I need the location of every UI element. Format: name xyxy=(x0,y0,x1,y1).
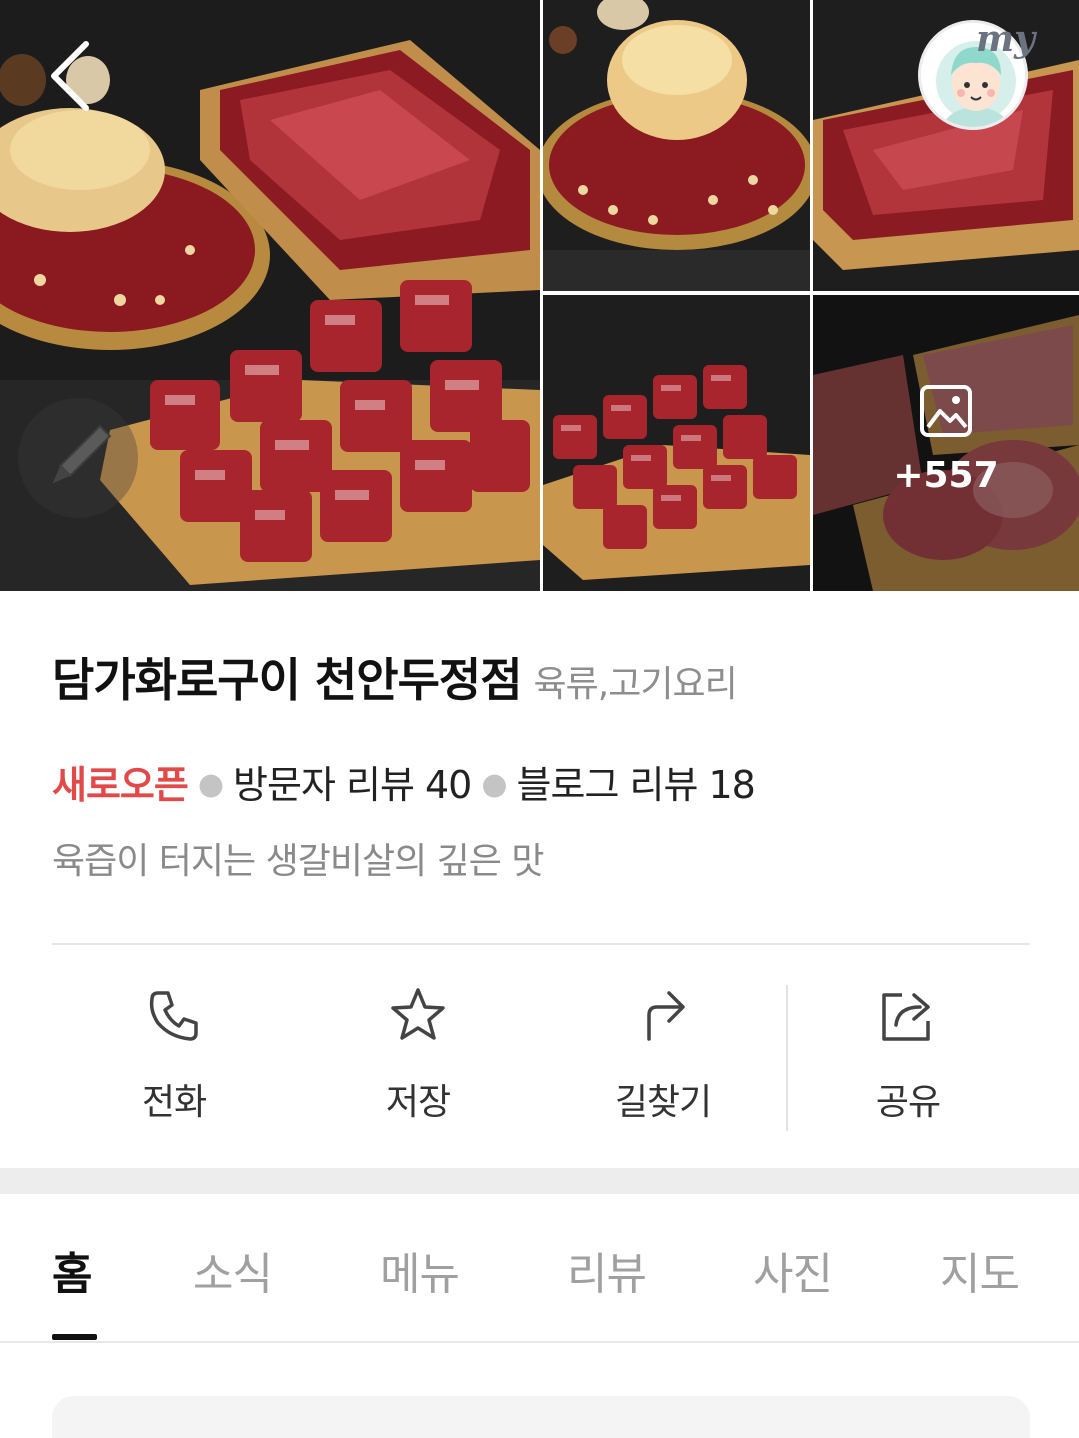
share-label: 공유 xyxy=(875,1082,941,1123)
share-icon xyxy=(882,993,930,1041)
share-button[interactable]: 공유 xyxy=(786,985,1030,1145)
tab-map[interactable]: 지도 xyxy=(940,1238,1020,1302)
separator-dot: ● xyxy=(197,767,224,802)
directions-label: 길찾기 xyxy=(614,1082,712,1123)
active-tab-indicator xyxy=(52,1334,97,1340)
tab-reviews[interactable]: 리뷰 xyxy=(567,1238,647,1302)
tab-news[interactable]: 소식 xyxy=(193,1238,273,1302)
my-profile-button[interactable]: my xyxy=(918,18,1035,132)
photo-thumb-1[interactable] xyxy=(543,0,810,291)
action-bar: 전화 저장 길찾기 공유 xyxy=(52,945,1030,1165)
place-name: 담가화로구이 천안두정점 xyxy=(52,653,523,707)
garlic-beef-illustration xyxy=(543,0,810,291)
section-separator xyxy=(0,1168,1079,1194)
pencil-icon xyxy=(52,424,112,484)
image-icon xyxy=(920,385,972,437)
tab-photos[interactable]: 사진 xyxy=(753,1238,833,1302)
directions-icon xyxy=(647,991,685,1041)
title-row: 담가화로구이 천안두정점 육류,고기요리 xyxy=(52,644,1052,710)
my-label: my xyxy=(976,18,1036,60)
save-button[interactable]: 저장 xyxy=(296,985,540,1145)
back-button[interactable] xyxy=(40,38,104,114)
cubed-beef-illustration xyxy=(543,295,810,591)
blog-reviews-link[interactable]: 블로그 리뷰 18 xyxy=(517,763,756,807)
tabs-divider xyxy=(0,1341,1079,1343)
photo-thumb-3[interactable] xyxy=(543,295,810,591)
photo-gallery: my +557 xyxy=(0,0,1079,591)
phone-icon xyxy=(149,991,198,1041)
save-label: 저장 xyxy=(385,1082,451,1123)
meta-row: 새로오픈 ● 방문자 리뷰 40 ● 블로그 리뷰 18 xyxy=(52,754,756,809)
more-photos-count: +557 xyxy=(893,455,999,496)
tab-home[interactable]: 홈 xyxy=(52,1238,92,1302)
star-icon xyxy=(391,988,445,1040)
more-photos-button[interactable]: +557 xyxy=(813,295,1079,591)
call-button[interactable]: 전화 xyxy=(52,985,296,1145)
call-label: 전화 xyxy=(141,1082,207,1123)
info-card xyxy=(52,1396,1030,1438)
status-badge: 새로오픈 xyxy=(52,763,189,807)
tab-menu[interactable]: 메뉴 xyxy=(380,1238,460,1302)
tab-bar: 홈 소식 메뉴 리뷰 사진 지도 xyxy=(0,1194,1079,1344)
place-category: 육류,고기요리 xyxy=(533,664,738,705)
chevron-left-icon xyxy=(51,41,89,111)
place-description: 육즙이 터지는 생갈비살의 깊은 맛 xyxy=(52,841,544,882)
directions-button[interactable]: 길찾기 xyxy=(541,985,785,1145)
visitor-reviews-link[interactable]: 방문자 리뷰 40 xyxy=(233,763,472,807)
edit-button[interactable] xyxy=(18,398,138,518)
separator-dot: ● xyxy=(481,767,507,802)
